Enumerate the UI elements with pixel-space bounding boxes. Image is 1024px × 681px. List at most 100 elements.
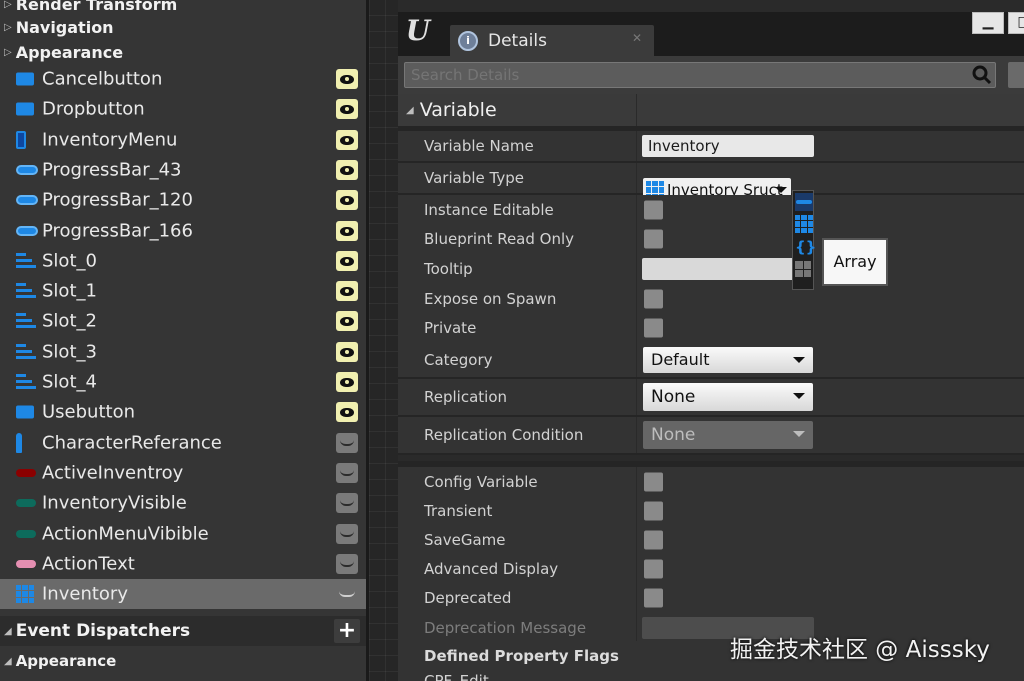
variable-row[interactable]: ProgressBar_166 <box>0 216 366 246</box>
instance-editable-checkbox[interactable] <box>644 200 663 220</box>
variable-row[interactable]: ActionText <box>0 549 366 579</box>
variable-row[interactable]: Slot_1 <box>0 276 366 306</box>
variable-row[interactable]: Slot_4 <box>0 367 366 397</box>
private-checkbox[interactable] <box>644 318 663 338</box>
add-event-dispatcher-button[interactable]: + <box>334 619 360 643</box>
character-icon <box>16 433 22 453</box>
variable-section-header[interactable]: ◢ Variable <box>398 94 1024 126</box>
eye-closed-icon[interactable] <box>336 524 358 544</box>
replication-condition-label: Replication Condition <box>424 426 584 444</box>
variable-row[interactable]: ProgressBar_120 <box>0 185 366 215</box>
variable-label: ActiveInventroy <box>42 462 184 484</box>
variable-label: ActionMenuVibible <box>42 523 209 545</box>
variable-row[interactable]: Slot_3 <box>0 337 366 367</box>
eye-closed-icon[interactable] <box>336 463 358 483</box>
chevron-down-icon <box>775 187 787 193</box>
variable-label: Inventory <box>42 583 128 605</box>
collapse-triangle-icon: ◢ <box>406 104 414 116</box>
array-icon[interactable] <box>795 215 813 233</box>
advanced-display-checkbox[interactable] <box>644 559 663 579</box>
slot-icon <box>16 282 36 300</box>
expose-on-spawn-row: Expose on Spawn <box>398 284 1024 314</box>
details-title-bar[interactable]: U i Details ✕ ▁ □ <box>398 12 1024 56</box>
expand-triangle-icon: ▷ <box>4 46 12 58</box>
tooltip-label: Tooltip <box>424 260 473 278</box>
collapse-triangle-icon: ◢ <box>4 625 12 637</box>
bool-teal-icon <box>16 530 36 538</box>
maximize-button[interactable]: □ <box>1008 12 1024 34</box>
render-transform-header[interactable]: ▷ Render Transform <box>0 0 366 16</box>
variable-row[interactable]: ActionMenuVibible <box>0 519 366 549</box>
eye-closed-icon[interactable] <box>336 554 358 574</box>
transient-checkbox[interactable] <box>644 501 663 521</box>
event-dispatchers-header[interactable]: ◢ Event Dispatchers <box>0 616 366 646</box>
variable-row[interactable]: Usebutton <box>0 397 366 427</box>
eye-open-icon[interactable] <box>336 251 358 271</box>
variable-row[interactable]: Cancelbutton <box>0 64 366 94</box>
variable-row[interactable]: ActiveInventroy <box>0 458 366 488</box>
column-divider[interactable] <box>636 94 637 126</box>
progress-bar-icon <box>16 226 38 236</box>
eye-closed-icon[interactable] <box>336 433 358 453</box>
search-icon[interactable] <box>972 65 992 85</box>
eye-open-icon[interactable] <box>336 99 358 119</box>
graph-canvas[interactable] <box>366 0 398 681</box>
tooltip-field[interactable] <box>642 258 814 280</box>
blueprint-read-only-checkbox[interactable] <box>644 229 663 249</box>
eye-open-icon[interactable] <box>336 281 358 301</box>
close-tab-icon[interactable]: ✕ <box>632 31 642 45</box>
variable-row[interactable]: InventoryMenu <box>0 125 366 155</box>
container-type-popup: {} <box>792 190 816 290</box>
advanced-display-row: Advanced Display <box>398 554 1024 584</box>
variable-row[interactable]: Slot_2 <box>0 306 366 336</box>
appearance-bottom-header[interactable]: ◢ Appearance <box>0 649 366 673</box>
deprecation-message-label: Deprecation Message <box>424 619 587 637</box>
eye-open-icon[interactable] <box>336 342 358 362</box>
view-options-button[interactable] <box>1008 62 1024 88</box>
replication-dropdown[interactable]: None <box>643 383 813 411</box>
eye-open-icon[interactable] <box>336 69 358 89</box>
text-icon <box>16 560 36 568</box>
transient-label: Transient <box>424 502 493 520</box>
variable-label: ActionText <box>42 553 135 575</box>
single-variable-icon[interactable] <box>795 193 813 211</box>
variable-label: Usebutton <box>42 401 135 423</box>
variable-row[interactable]: InventoryVisible <box>0 488 366 518</box>
appearance-header[interactable]: ▷ Appearance <box>0 40 366 64</box>
map-icon[interactable] <box>795 261 813 279</box>
savegame-checkbox[interactable] <box>644 530 663 550</box>
category-dropdown[interactable]: Default <box>643 347 813 373</box>
navigation-header[interactable]: ▷ Navigation <box>0 15 366 39</box>
variable-label: Cancelbutton <box>42 68 163 90</box>
variable-row[interactable]: Dropbutton <box>0 94 366 124</box>
eye-open-icon[interactable] <box>336 221 358 241</box>
expose-on-spawn-label: Expose on Spawn <box>424 290 557 308</box>
eye-open-icon[interactable] <box>336 311 358 331</box>
eye-open-icon[interactable] <box>336 402 358 422</box>
advanced-display-label: Advanced Display <box>424 560 559 578</box>
array-grid-icon <box>16 585 34 603</box>
variable-row[interactable]: CharacterReferance <box>0 428 366 458</box>
variable-row[interactable]: Slot_0 <box>0 246 366 276</box>
variable-row[interactable]: ProgressBar_43 <box>0 155 366 185</box>
eye-open-icon[interactable] <box>336 130 358 150</box>
config-variable-checkbox[interactable] <box>644 472 663 492</box>
variable-name-field[interactable]: Inventory <box>642 135 814 157</box>
chevron-down-icon <box>793 357 805 363</box>
eye-open-icon[interactable] <box>336 372 358 392</box>
eye-open-icon[interactable] <box>336 190 358 210</box>
tab-details[interactable]: i Details ✕ <box>450 25 654 56</box>
minimize-button[interactable]: ▁ <box>972 12 1004 34</box>
eye-closed-icon[interactable] <box>336 584 358 604</box>
search-details-input[interactable] <box>404 62 996 88</box>
expand-triangle-icon: ▷ <box>4 21 12 33</box>
set-icon[interactable]: {} <box>795 238 816 256</box>
private-label: Private <box>424 319 477 337</box>
expose-on-spawn-checkbox[interactable] <box>644 289 663 309</box>
vertical-box-icon <box>16 131 26 149</box>
eye-closed-icon[interactable] <box>336 493 358 513</box>
variable-row[interactable]: Inventory <box>0 579 366 609</box>
eye-open-icon[interactable] <box>336 160 358 180</box>
replication-row: Replication None <box>398 379 1024 415</box>
deprecated-checkbox[interactable] <box>644 588 663 608</box>
